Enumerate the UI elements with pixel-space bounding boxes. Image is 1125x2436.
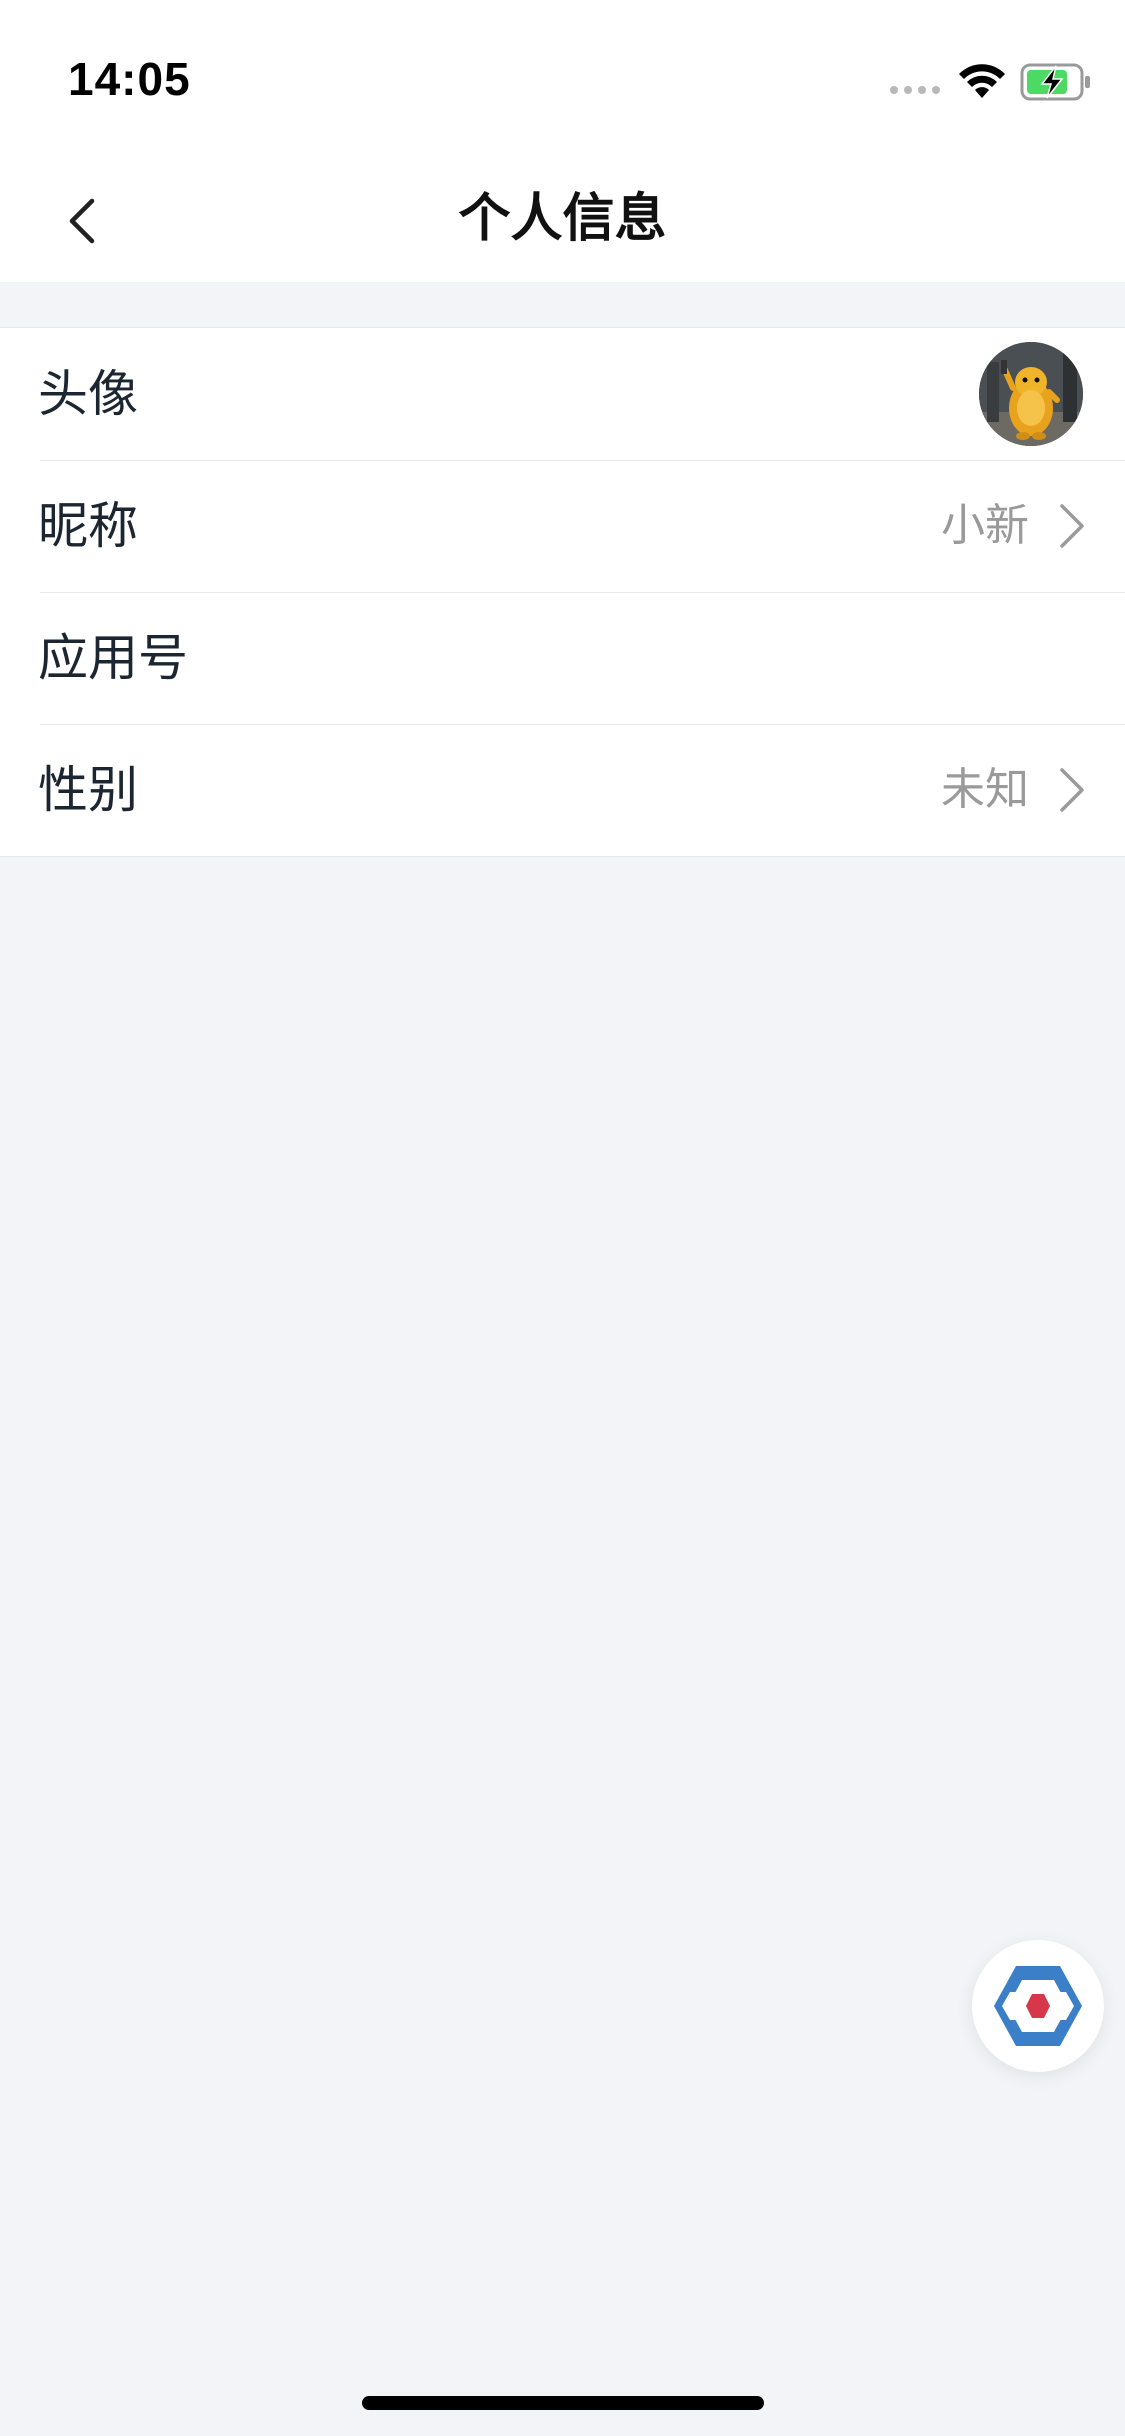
status-time: 14:05	[68, 53, 191, 105]
page-title: 个人信息	[458, 189, 667, 249]
chevron-right-icon	[1060, 768, 1084, 812]
app-id-row: 应用号	[0, 592, 1125, 724]
nav-bar: 个人信息	[0, 160, 1125, 282]
gender-row[interactable]: 性别 未知	[0, 724, 1125, 856]
row-label-nickname: 昵称	[38, 497, 138, 555]
avatar-row[interactable]: 头像	[0, 328, 1125, 460]
hexagon-logo-icon	[994, 1966, 1082, 2046]
floating-assistant-button[interactable]	[972, 1940, 1104, 2072]
nickname-row[interactable]: 昵称 小新	[0, 460, 1125, 592]
avatar[interactable]	[979, 342, 1083, 446]
row-label-app-id: 应用号	[38, 629, 188, 687]
screen: 14:05 个人信息 头像 昵称 小新 应用号 性别 未知	[0, 0, 1125, 2436]
profile-list: 头像 昵称 小新 应用号 性别 未知	[0, 327, 1125, 857]
gender-value: 未知	[941, 764, 1029, 815]
status-bar: 14:05	[0, 0, 1125, 160]
wifi-icon	[959, 64, 1005, 98]
avatar-image	[979, 342, 1083, 446]
signal-dots-icon	[890, 86, 940, 94]
row-label-avatar: 头像	[38, 365, 138, 423]
row-label-gender: 性别	[38, 761, 138, 819]
home-indicator[interactable]	[362, 2396, 764, 2410]
chevron-right-icon	[1060, 504, 1084, 548]
battery-charging-icon	[1020, 63, 1090, 101]
nickname-value: 小新	[941, 500, 1029, 551]
